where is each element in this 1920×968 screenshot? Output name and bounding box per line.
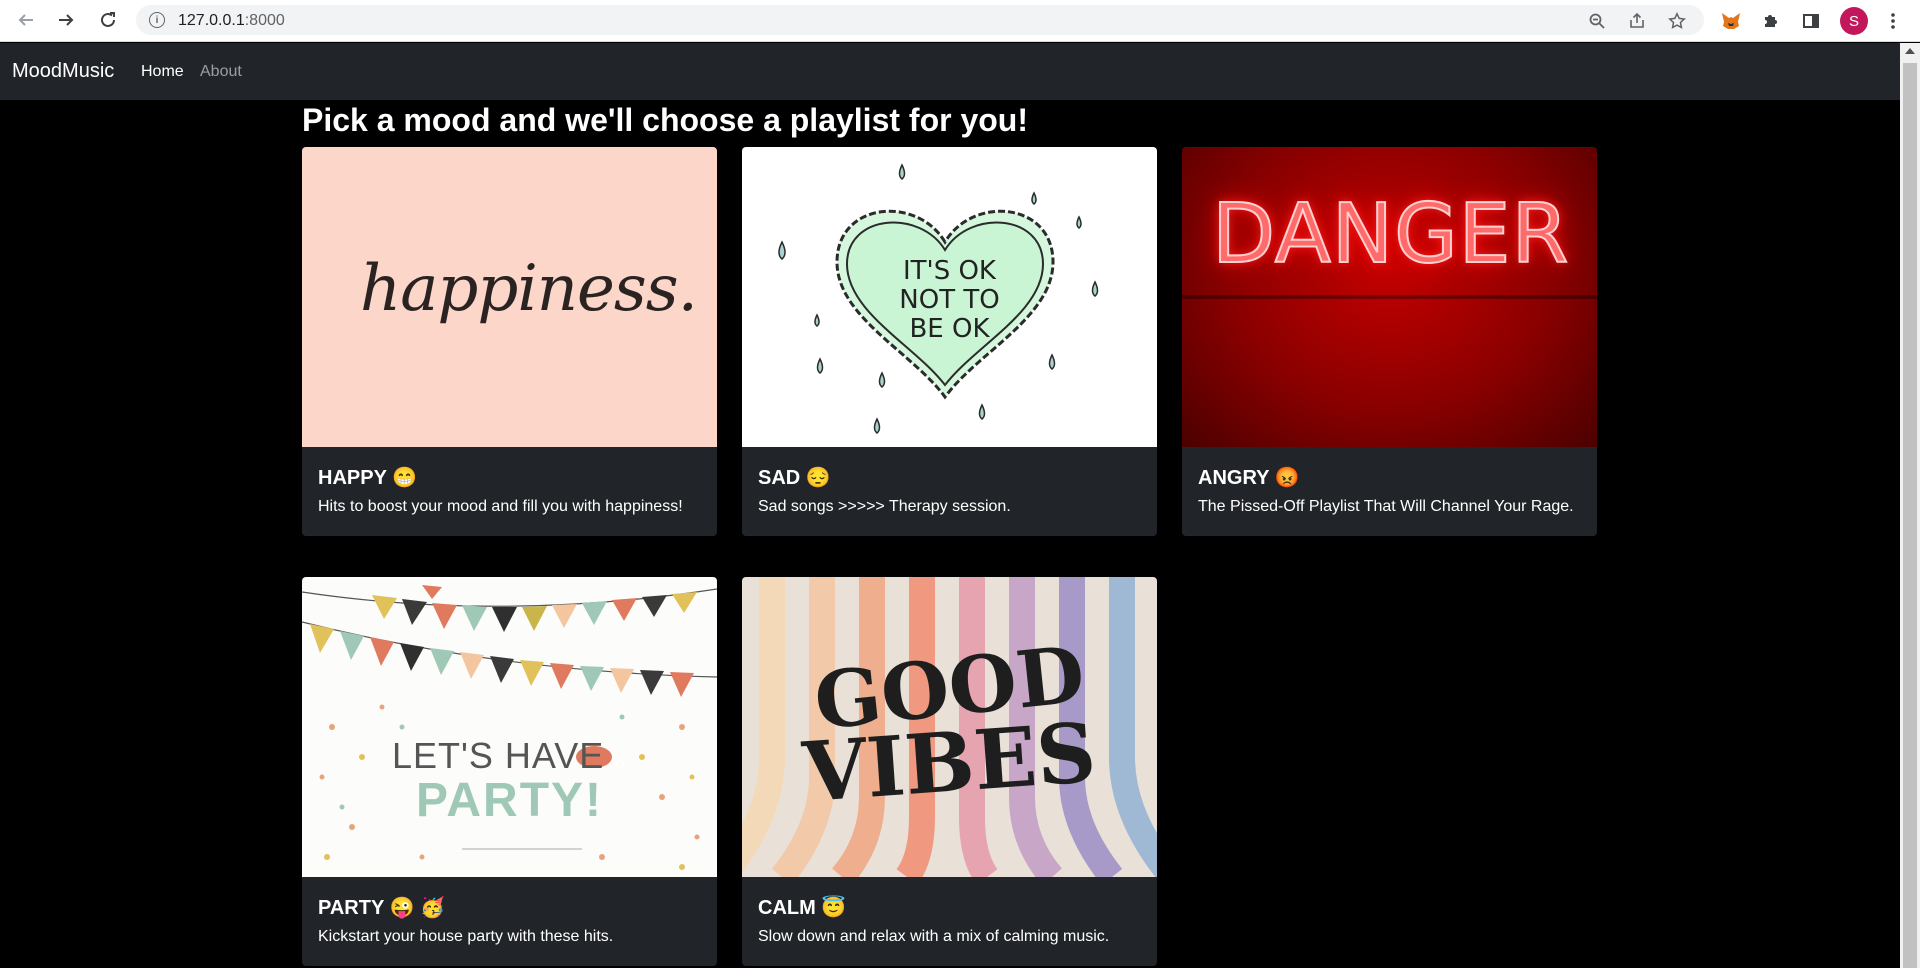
page-scrollbar[interactable] — [1900, 43, 1920, 968]
mood-card-sad[interactable]: IT'S OK NOT TO BE OK SAD 😔 Sad songs >>>… — [742, 147, 1157, 536]
extensions-puzzle-icon[interactable] — [1758, 8, 1784, 34]
calm-playlist-image[interactable]: GOOD VIBES — [742, 577, 1157, 877]
card-text: The Pissed-Off Playlist That Will Channe… — [1198, 498, 1574, 515]
site-info-icon[interactable]: i — [149, 12, 165, 28]
scrollbar-thumb[interactable] — [1903, 63, 1917, 968]
mood-card-calm[interactable]: GOOD VIBES CALM 😇 Slow down and relax wi… — [742, 577, 1157, 966]
bookmark-star-icon[interactable] — [1666, 10, 1688, 32]
browser-toolbar: i 127.0.0.1:8000 S — [0, 0, 1920, 42]
zoom-icon[interactable] — [1586, 10, 1608, 32]
brand-link[interactable]: MoodMusic — [12, 60, 114, 83]
nav-link-home[interactable]: Home — [141, 63, 184, 81]
happy-playlist-image[interactable]: happiness. — [302, 147, 717, 447]
card-text: Hits to boost your mood and fill you wit… — [318, 498, 683, 515]
its-ok-text: IT'S OK NOT TO BE OK — [899, 256, 1000, 344]
card-text: Kickstart your house party with these hi… — [318, 928, 614, 945]
angry-playlist-image[interactable]: DANGER — [1182, 147, 1597, 447]
reload-icon[interactable] — [94, 6, 122, 34]
url-text: 127.0.0.1:8000 — [178, 12, 285, 29]
card-text: Sad songs >>>>> Therapy session. — [758, 498, 1011, 515]
wall-shadow-band — [1182, 295, 1597, 299]
address-bar[interactable]: i 127.0.0.1:8000 — [136, 5, 1704, 35]
danger-neon-text: DANGER — [1211, 186, 1570, 283]
party-text: PARTY! — [415, 774, 604, 827]
mood-card-happy[interactable]: happiness. HAPPY 😁 Hits to boost your mo… — [302, 147, 717, 536]
card-title: HAPPY 😁 — [318, 467, 418, 489]
card-title: ANGRY 😡 — [1198, 467, 1300, 489]
lets-have-text: LET'S HAVE a — [391, 735, 628, 776]
forward-icon[interactable] — [52, 6, 80, 34]
page-title: Pick a mood and we'll choose a playlist … — [302, 102, 1028, 138]
mood-card-angry[interactable]: DANGER ANGRY 😡 The Pissed-Off Playlist T… — [1182, 147, 1597, 536]
sad-playlist-image[interactable]: IT'S OK NOT TO BE OK — [742, 147, 1157, 447]
kebab-menu-icon[interactable] — [1880, 8, 1906, 34]
card-title: CALM 😇 — [758, 897, 847, 919]
card-title: PARTY 😜 🥳 — [318, 897, 445, 919]
bunting-flags-illustration — [302, 585, 717, 870]
back-icon[interactable] — [12, 6, 40, 34]
happiness-script-text: happiness. — [360, 252, 698, 326]
card-text: Slow down and relax with a mix of calmin… — [758, 928, 1110, 945]
mood-card-party[interactable]: LET'S HAVE a PARTY! PARTY 😜 🥳 Kickstart … — [302, 577, 717, 966]
scroll-up-arrow-icon[interactable] — [1905, 48, 1915, 54]
card-title: SAD 😔 — [758, 467, 831, 489]
side-panel-icon[interactable] — [1798, 8, 1824, 34]
nav-link-about[interactable]: About — [200, 63, 242, 81]
share-icon[interactable] — [1626, 10, 1648, 32]
metamask-fox-icon[interactable] — [1718, 8, 1744, 34]
profile-avatar[interactable]: S — [1840, 7, 1868, 35]
party-playlist-image[interactable]: LET'S HAVE a PARTY! — [302, 577, 717, 877]
app-navbar: MoodMusic Home About — [0, 43, 1900, 100]
